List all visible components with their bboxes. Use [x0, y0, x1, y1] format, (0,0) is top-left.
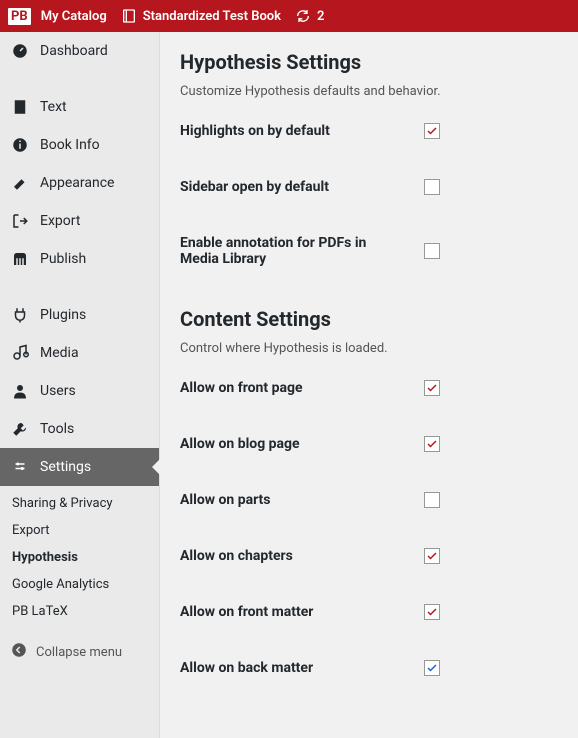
checkbox-allow-back-matter[interactable]: [424, 660, 440, 676]
media-icon: [10, 343, 30, 363]
sidebar-item-export[interactable]: Export: [0, 202, 159, 240]
hypothesis-heading: Hypothesis Settings: [180, 50, 558, 74]
plugins-icon: [10, 305, 30, 325]
sidebar-item-book-info[interactable]: Book Info: [0, 126, 159, 164]
row-allow-chapters: Allow on chapters: [180, 548, 440, 564]
text-icon: [10, 97, 30, 117]
sidebar-item-settings[interactable]: Settings: [0, 448, 159, 486]
book-label: Standardized Test Book: [143, 9, 281, 24]
row-allow-front-page: Allow on front page: [180, 380, 440, 396]
sidebar-item-text[interactable]: Text: [0, 88, 159, 126]
refresh-count: 2: [317, 9, 324, 24]
sidebar-item-plugins[interactable]: Plugins: [0, 296, 159, 334]
sidebar-item-label: Publish: [40, 251, 86, 267]
checkbox-sidebar-open-default[interactable]: [424, 179, 440, 195]
sidebar-item-label: Dashboard: [40, 43, 108, 59]
tools-icon: [10, 419, 30, 439]
my-catalog-label: My Catalog: [41, 9, 107, 24]
users-icon: [10, 381, 30, 401]
sidebar-item-label: Settings: [40, 459, 91, 475]
sidebar-item-label: Text: [40, 99, 67, 115]
book-icon: [121, 8, 137, 24]
sidebar-item-label: Media: [40, 345, 79, 361]
sidebar-item-label: Book Info: [40, 137, 100, 153]
content-settings-desc: Control where Hypothesis is loaded.: [180, 341, 558, 356]
row-label: Allow on blog page: [180, 436, 300, 452]
sidebar-item-publish[interactable]: Publish: [0, 240, 159, 278]
row-allow-blog-page: Allow on blog page: [180, 436, 440, 452]
publish-icon: [10, 249, 30, 269]
sidebar-item-dashboard[interactable]: Dashboard: [0, 32, 159, 70]
settings-submenu: Sharing & Privacy Export Hypothesis Goog…: [0, 486, 159, 631]
main-wrap: Dashboard Text Book Info Appearance: [0, 32, 578, 738]
admin-bar: PB My Catalog Standardized Test Book 2: [0, 0, 578, 32]
row-label: Allow on front page: [180, 380, 303, 396]
row-highlights-default: Highlights on by default: [180, 123, 440, 139]
export-icon: [10, 211, 30, 231]
collapse-label: Collapse menu: [36, 645, 122, 660]
row-allow-front-matter: Allow on front matter: [180, 604, 440, 620]
book-link[interactable]: Standardized Test Book: [121, 8, 281, 24]
checkbox-highlights-default[interactable]: [424, 123, 440, 139]
row-label: Allow on front matter: [180, 604, 313, 620]
sidebar-item-appearance[interactable]: Appearance: [0, 164, 159, 202]
row-label: Sidebar open by default: [180, 179, 329, 195]
checkbox-allow-front-page[interactable]: [424, 380, 440, 396]
content-settings-heading: Content Settings: [180, 307, 558, 331]
row-label: Highlights on by default: [180, 123, 330, 139]
checkbox-allow-parts[interactable]: [424, 492, 440, 508]
info-icon: [10, 135, 30, 155]
collapse-menu[interactable]: Collapse menu: [0, 631, 159, 673]
sidebar-item-tools[interactable]: Tools: [0, 410, 159, 448]
admin-sidebar: Dashboard Text Book Info Appearance: [0, 32, 160, 738]
content-area: Hypothesis Settings Customize Hypothesis…: [160, 32, 578, 738]
submenu-export[interactable]: Export: [0, 517, 159, 544]
checkbox-pdf-annotation[interactable]: [424, 243, 440, 259]
sidebar-item-label: Users: [40, 383, 76, 399]
row-label: Allow on back matter: [180, 660, 313, 676]
checkbox-allow-blog-page[interactable]: [424, 436, 440, 452]
hypothesis-desc: Customize Hypothesis defaults and behavi…: [180, 84, 558, 99]
checkbox-allow-chapters[interactable]: [424, 548, 440, 564]
row-allow-parts: Allow on parts: [180, 492, 440, 508]
submenu-sharing-privacy[interactable]: Sharing & Privacy: [0, 490, 159, 517]
sidebar-item-label: Tools: [40, 421, 74, 437]
row-sidebar-open-default: Sidebar open by default: [180, 179, 440, 195]
settings-icon: [10, 457, 30, 477]
sidebar-item-users[interactable]: Users: [0, 372, 159, 410]
appearance-icon: [10, 173, 30, 193]
row-label: Allow on chapters: [180, 548, 293, 564]
checkbox-allow-front-matter[interactable]: [424, 604, 440, 620]
row-allow-back-matter: Allow on back matter: [180, 660, 440, 676]
pb-logo[interactable]: PB: [8, 8, 31, 25]
sidebar-item-media[interactable]: Media: [0, 334, 159, 372]
dashboard-icon: [10, 41, 30, 61]
sidebar-item-label: Plugins: [40, 307, 86, 323]
sidebar-item-label: Appearance: [40, 175, 114, 191]
my-catalog-link[interactable]: My Catalog: [41, 9, 107, 24]
submenu-hypothesis[interactable]: Hypothesis: [0, 544, 159, 571]
sidebar-item-label: Export: [40, 213, 80, 229]
collapse-icon: [10, 641, 28, 663]
refresh-icon: [295, 8, 311, 24]
submenu-pb-latex[interactable]: PB LaTeX: [0, 598, 159, 625]
row-label: Allow on parts: [180, 492, 270, 508]
refresh-link[interactable]: 2: [295, 8, 324, 24]
row-pdf-annotation: Enable annotation for PDFs in Media Libr…: [180, 235, 440, 267]
row-label: Enable annotation for PDFs in Media Libr…: [180, 235, 370, 267]
submenu-google-analytics[interactable]: Google Analytics: [0, 571, 159, 598]
